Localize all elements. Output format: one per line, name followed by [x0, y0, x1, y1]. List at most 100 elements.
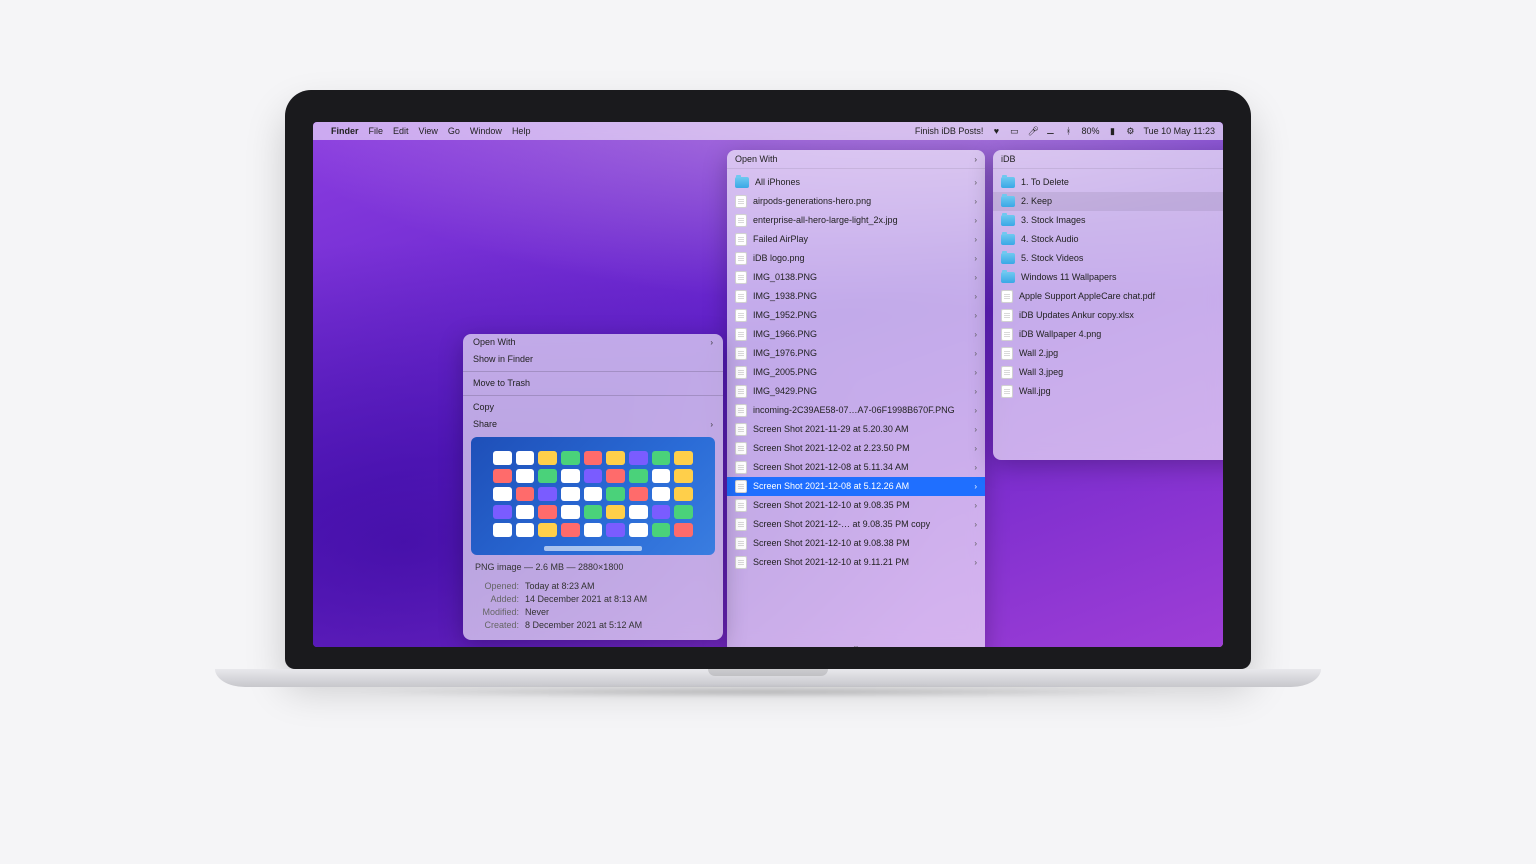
file-icon	[735, 309, 747, 322]
ctx-show-in-finder[interactable]: Show in Finder	[463, 351, 723, 368]
list-item[interactable]: 4. Stock Audio›	[993, 230, 1223, 249]
list-item[interactable]: Windows 11 Wallpapers›	[993, 268, 1223, 287]
meta-key: Modified:	[475, 606, 519, 619]
list-item[interactable]: IMG_1938.PNG ›	[727, 287, 985, 306]
list-item[interactable]: Screen Shot 2021-12-08 at 5.12.26 AM ›	[727, 477, 985, 496]
item-label: Screen Shot 2021-12-10 at 9.08.38 PM	[753, 536, 968, 551]
list-item[interactable]: Screen Shot 2021-12-10 at 9.11.21 PM›	[727, 553, 985, 572]
list-item[interactable]: Wall 3.jpeg›	[993, 363, 1223, 382]
menubar-clock[interactable]: Tue 10 May 11:23	[1143, 126, 1215, 136]
chevron-right-icon: ›	[974, 213, 977, 228]
chevron-right-icon: ›	[974, 194, 977, 209]
item-label: IMG_1938.PNG	[753, 289, 968, 304]
wifi-icon[interactable]: ⚊	[1045, 126, 1055, 137]
list-item[interactable]: Wall.jpg›	[993, 382, 1223, 401]
chevron-right-icon: ›	[974, 327, 977, 342]
chevron-right-icon: ›	[974, 517, 977, 532]
list-item[interactable]: IMG_1952.PNG›	[727, 306, 985, 325]
battery-icon[interactable]: ▮	[1107, 126, 1117, 137]
list-item[interactable]: IMG_2005.PNG›	[727, 363, 985, 382]
file-icon	[735, 214, 747, 227]
list-item[interactable]: Screen Shot 2021-12-08 at 5.11.34 AM›	[727, 458, 985, 477]
item-label: Screen Shot 2021-12-08 at 5.12.26 AM	[753, 479, 968, 494]
folder-icon	[1001, 234, 1015, 245]
heart-icon[interactable]: ♥	[991, 126, 1001, 136]
list-item[interactable]: Screen Shot 2021-12-… at 9.08.35 PM copy…	[727, 515, 985, 534]
file-icon	[735, 347, 747, 360]
chevron-right-icon: ›	[974, 479, 977, 494]
meta-value: Never	[525, 606, 549, 619]
list-item[interactable]: airpods-generations-hero.png›	[727, 192, 985, 211]
meta-value: Today at 8:23 AM	[525, 580, 595, 593]
list-item[interactable]: IMG_9429.PNG›	[727, 382, 985, 401]
battery-percent[interactable]: 80%	[1081, 126, 1099, 136]
chevron-right-icon: ›	[974, 365, 977, 380]
folder-icon	[1001, 253, 1015, 264]
list-item[interactable]: Screen Shot 2021-12-02 at 2.23.50 PM ›	[727, 439, 985, 458]
menubar-item-view[interactable]: View	[419, 126, 438, 136]
meta-key: Added:	[475, 593, 519, 606]
list-item[interactable]: IMG_0138.PNG›	[727, 268, 985, 287]
chevron-right-icon: ›	[974, 308, 977, 323]
ctx-move-to-trash[interactable]: Move to Trash	[463, 375, 723, 392]
list-item[interactable]: All iPhones›	[727, 173, 985, 192]
item-label: IMG_1966.PNG	[753, 327, 968, 342]
chevron-right-icon: ›	[974, 460, 977, 475]
list-item[interactable]: enterprise-all-hero-large-light_2x.jpg›	[727, 211, 985, 230]
item-label: 5. Stock Videos	[1021, 251, 1223, 266]
menubar-item-go[interactable]: Go	[448, 126, 460, 136]
menubar-item-file[interactable]: File	[369, 126, 384, 136]
item-label: Failed AirPlay	[753, 232, 968, 247]
list-item[interactable]: Wall 2.jpg›	[993, 344, 1223, 363]
item-label: Screen Shot 2021-11-29 at 5.20.30 AM	[753, 422, 968, 437]
list-item[interactable]: iDB Wallpaper 4.png›	[993, 325, 1223, 344]
scroll-down-icon[interactable]: ⌄	[727, 639, 985, 647]
list-item[interactable]: IMG_1976.PNG›	[727, 344, 985, 363]
ctx-share[interactable]: Share ›	[463, 416, 723, 433]
list-item[interactable]: Failed AirPlay ›	[727, 230, 985, 249]
file-icon	[1001, 328, 1013, 341]
list-item[interactable]: Screen Shot 2021-12-10 at 9.08.35 PM›	[727, 496, 985, 515]
chevron-right-icon: ›	[974, 441, 977, 456]
list-item[interactable]: 3. Stock Images›	[993, 211, 1223, 230]
ctx-copy[interactable]: Copy	[463, 399, 723, 416]
file-icon	[735, 499, 747, 512]
file-icon	[735, 366, 747, 379]
list-item[interactable]: iDB Updates Ankur copy.xlsx›	[993, 306, 1223, 325]
list-item[interactable]: Screen Shot 2021-11-29 at 5.20.30 AM›	[727, 420, 985, 439]
mic-icon[interactable]: 🎤︎	[1027, 126, 1037, 137]
file-icon	[735, 195, 747, 208]
menubar-item-edit[interactable]: Edit	[393, 126, 409, 136]
panel-body: 1. To Delete›2. Keep›3. Stock Images›4. …	[993, 169, 1223, 456]
context-menu: Open With › Show in Finder Move to Trash…	[463, 334, 723, 640]
preview-app-grid	[493, 451, 693, 537]
file-panel-idb: iDB › 1. To Delete›2. Keep›3. Stock Imag…	[993, 150, 1223, 460]
file-icon	[1001, 366, 1013, 379]
list-item[interactable]: Apple Support AppleCare chat.pdf›	[993, 287, 1223, 306]
list-item[interactable]: 1. To Delete›	[993, 173, 1223, 192]
laptop-shadow	[345, 687, 1191, 697]
item-label: Wall 3.jpeg	[1019, 365, 1223, 380]
display-icon[interactable]: ▭	[1009, 126, 1019, 137]
chevron-right-icon: ›	[974, 155, 977, 164]
list-item[interactable]: 5. Stock Videos›	[993, 249, 1223, 268]
list-item[interactable]: 2. Keep›	[993, 192, 1223, 211]
list-item[interactable]: incoming-2C39AE58-07…A7-06F1998B670F.PNG…	[727, 401, 985, 420]
list-item[interactable]: IMG_1966.PNG ›	[727, 325, 985, 344]
file-icon	[1001, 309, 1013, 322]
ctx-open-with[interactable]: Open With ›	[463, 334, 723, 351]
chevron-right-icon: ›	[974, 289, 977, 304]
list-item[interactable]: iDB logo.png›	[727, 249, 985, 268]
menubar-item-help[interactable]: Help	[512, 126, 531, 136]
menubar-app-name[interactable]: Finder	[331, 126, 359, 136]
item-label: incoming-2C39AE58-07…A7-06F1998B670F.PNG	[753, 403, 968, 418]
chevron-right-icon: ›	[974, 232, 977, 247]
laptop-frame: Finder File Edit View Go Window Help Fin…	[285, 90, 1251, 697]
list-item[interactable]: Screen Shot 2021-12-10 at 9.08.38 PM›	[727, 534, 985, 553]
item-label: Screen Shot 2021-12-02 at 2.23.50 PM	[753, 441, 968, 456]
bluetooth-icon[interactable]: ᚼ	[1063, 126, 1073, 136]
file-metadata: PNG image — 2.6 MB — 2880×1800 Opened:To…	[463, 555, 723, 634]
file-icon	[735, 461, 747, 474]
control-center-icon[interactable]: ⚙	[1125, 126, 1135, 137]
menubar-item-window[interactable]: Window	[470, 126, 502, 136]
